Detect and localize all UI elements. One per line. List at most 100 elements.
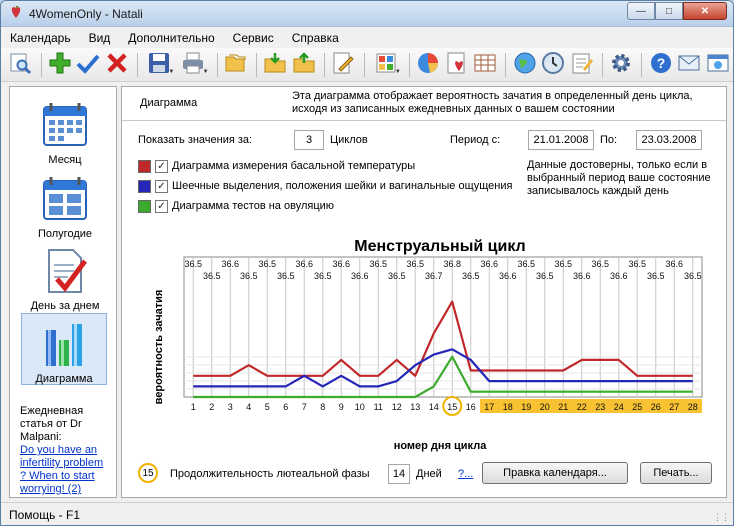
x-tick-label: 24 [614,402,624,412]
copy-button[interactable] [223,51,250,79]
mail-button[interactable] [676,51,703,79]
delete-button[interactable] [104,51,131,79]
date-from-field[interactable]: 21.01.2008 [528,130,594,150]
sidebar-item-day-by-day[interactable]: День за днем [22,247,108,312]
menu-view[interactable]: Вид [80,31,120,45]
menu-calendar[interactable]: Календарь [1,31,80,45]
x-tick-label: 20 [540,402,550,412]
temperature-label: 36.5 [258,259,276,269]
minimize-button[interactable]: — [627,2,655,20]
color-chart-button[interactable]: ▼ [370,51,402,79]
table-button[interactable] [472,51,499,79]
edit-icon [331,51,355,78]
temperature-label: 36.6 [351,271,369,281]
resize-grip-icon[interactable]: ⋮⋮ [713,512,730,523]
clock-button[interactable] [540,51,567,79]
luteal-phase-input[interactable]: 14 [388,464,410,484]
legend-label: Диаграмма измерения басальной температур… [172,160,416,172]
x-tick-label: 8 [320,402,325,412]
globe-button[interactable] [511,51,538,79]
sidebar-item-month[interactable]: Месяц [22,101,108,166]
find-button[interactable] [7,51,34,79]
menu-help[interactable]: Справка [283,31,348,45]
temperature-label: 36.5 [684,271,702,281]
find-icon [8,51,32,78]
sidebar-item-label: Полугодие [37,228,93,240]
toolbar-separator [256,52,258,77]
luteal-row: 15 Продолжительность лютеальной фазы 14 … [138,459,718,487]
x-tick-label: 26 [651,402,661,412]
export-icon [292,51,316,78]
x-tick-label: 17 [484,402,494,412]
temperature-label: 36.5 [388,271,406,281]
sidebar-item-label: Диаграмма [35,373,93,385]
x-tick-label: 25 [632,402,642,412]
x-tick-label: 11 [374,402,383,412]
x-tick-label: 19 [521,402,531,412]
menu-extra[interactable]: Дополнительно [119,31,223,45]
temperature-label: 36.5 [277,271,295,281]
export-button[interactable] [291,51,318,79]
article-link[interactable]: ? When to start worrying! (2) [20,470,116,496]
check-icon [76,51,100,78]
sidebar-item-label: День за днем [30,300,100,312]
edit-calendar-button[interactable]: Правка календаря... [482,462,628,484]
window-controls: — □ ✕ [627,2,727,20]
x-tick-label: 9 [339,402,344,412]
cycles-input[interactable]: 3 [294,130,324,150]
sidebar-item-diagram[interactable]: Диаграмма [21,313,107,385]
heart-document-button[interactable] [443,51,470,79]
add-button[interactable] [47,51,74,79]
temperature-label: 36.5 [314,271,332,281]
temperature-label: 36.5 [462,271,480,281]
settings-button[interactable] [608,51,635,79]
temperature-label: 36.5 [554,259,572,269]
temperature-label: 36.5 [647,271,665,281]
daily-article: Ежедневная статья от Dr Malpani: Do you … [20,405,116,496]
highlight-day-marker: 15 [138,463,158,483]
x-tick-label: 1 [191,402,196,412]
x-tick-label: 3 [228,402,233,412]
data-validity-note: Данные достоверны, только если в выбранн… [527,159,711,197]
web-icon [706,51,730,78]
temperature-label: 36.5 [517,259,535,269]
web-button[interactable] [705,51,732,79]
close-icon: ✕ [700,5,710,17]
date-to-field[interactable]: 23.03.2008 [636,130,702,150]
x-tick-label: 7 [302,402,307,412]
print-button-bottom[interactable]: Печать... [640,462,712,484]
toolbar-separator [216,52,218,77]
globe-icon [513,51,537,78]
x-tick-label: 10 [355,402,365,412]
x-tick-label: 16 [466,402,476,412]
minimize-icon: — [636,5,646,17]
check-button[interactable] [75,51,102,79]
notepad-button[interactable] [568,51,595,79]
pie-chart-button[interactable] [415,51,442,79]
edit-button[interactable] [330,51,357,79]
ovulation-checkbox[interactable]: ✓ [155,199,168,213]
x-tick-label: 4 [246,402,251,412]
x-tick-label: 27 [669,402,679,412]
main-panel: Диаграмма Эта диаграмма отображает вероя… [121,86,727,498]
close-button[interactable]: ✕ [683,2,727,20]
save-button[interactable]: ▼ [143,51,175,79]
temperature-checkbox[interactable]: ✓ [155,159,168,173]
temperature-label: 36.6 [295,259,313,269]
menu-service[interactable]: Сервис [224,31,283,45]
temperature-label: 36.5 [591,259,609,269]
import-button[interactable] [262,51,289,79]
temperature-label: 36.6 [665,259,683,269]
show-values-label: Показать значения за: [138,134,253,146]
cervical-checkbox[interactable]: ✓ [155,179,168,193]
temperature-label: 36.6 [499,271,517,281]
legend-swatch [138,159,151,173]
help-button[interactable]: ? [647,51,674,79]
app-window: 4WomenOnly - Natali — □ ✕ Календарь Вид … [0,0,734,526]
article-link[interactable]: Do you have an infertility problem [20,444,116,470]
luteal-help-link[interactable]: ?... [458,468,473,480]
temperature-label: 36.5 [628,259,646,269]
sidebar-item-half-year[interactable]: Полугодие [22,175,108,240]
maximize-button[interactable]: □ [655,2,683,20]
print-button[interactable]: ▼ [177,51,209,79]
